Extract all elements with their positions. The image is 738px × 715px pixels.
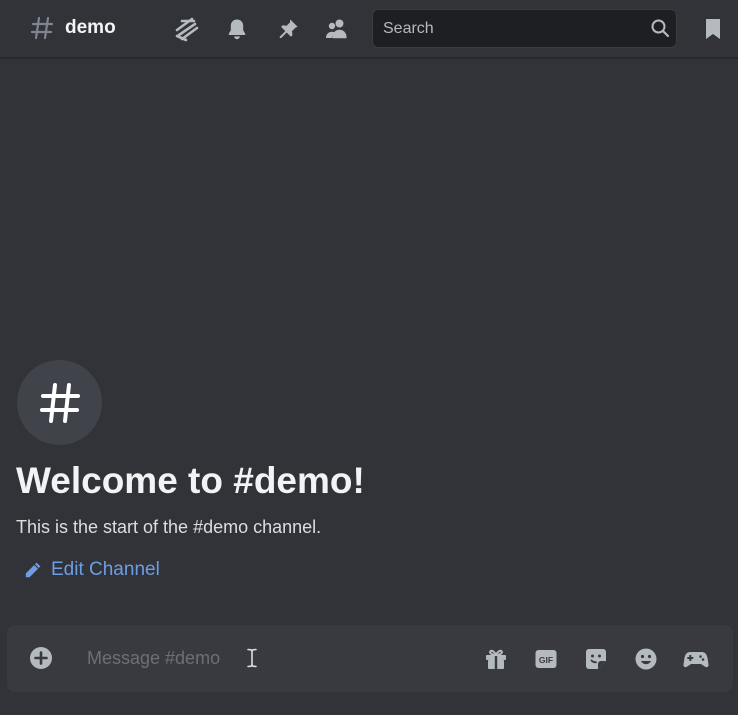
search-input[interactable]: Search: [372, 9, 677, 48]
pin-icon[interactable]: [275, 16, 301, 42]
activity-button[interactable]: [683, 646, 709, 672]
edit-channel-label: Edit Channel: [51, 559, 160, 580]
hash-icon: [30, 16, 54, 40]
channel-avatar: [17, 360, 102, 445]
emoji-button[interactable]: [633, 646, 659, 672]
threads-icon[interactable]: [174, 16, 200, 42]
text-cursor-icon: [247, 648, 257, 668]
search-placeholder: Search: [383, 20, 434, 37]
message-input[interactable]: [77, 639, 457, 677]
welcome-title: Welcome to #demo!: [16, 460, 365, 501]
add-icon: [30, 647, 52, 669]
emoji-icon: [635, 648, 657, 670]
edit-channel-button[interactable]: Edit Channel: [24, 558, 160, 582]
pencil-icon: [25, 562, 41, 578]
gif-icon: GIF: [535, 650, 557, 668]
welcome-subtitle: This is the start of the #demo channel.: [16, 517, 322, 537]
channel-header: demo Search: [0, 0, 738, 58]
sticker-icon: [586, 649, 606, 669]
add-attachment-button[interactable]: [29, 646, 53, 670]
channel-name: demo: [65, 17, 116, 38]
bell-icon[interactable]: [224, 16, 250, 42]
members-icon[interactable]: [324, 16, 350, 42]
bookmark-icon[interactable]: [700, 16, 726, 42]
message-composer: GIF: [7, 625, 733, 692]
hash-icon: [39, 382, 80, 423]
gift-icon: [486, 649, 506, 669]
search-icon: [651, 19, 670, 38]
gif-button[interactable]: GIF: [533, 646, 559, 672]
gift-button[interactable]: [483, 646, 509, 672]
gif-label: GIF: [539, 655, 553, 665]
activity-icon: [683, 652, 709, 668]
sticker-button[interactable]: [583, 646, 609, 672]
